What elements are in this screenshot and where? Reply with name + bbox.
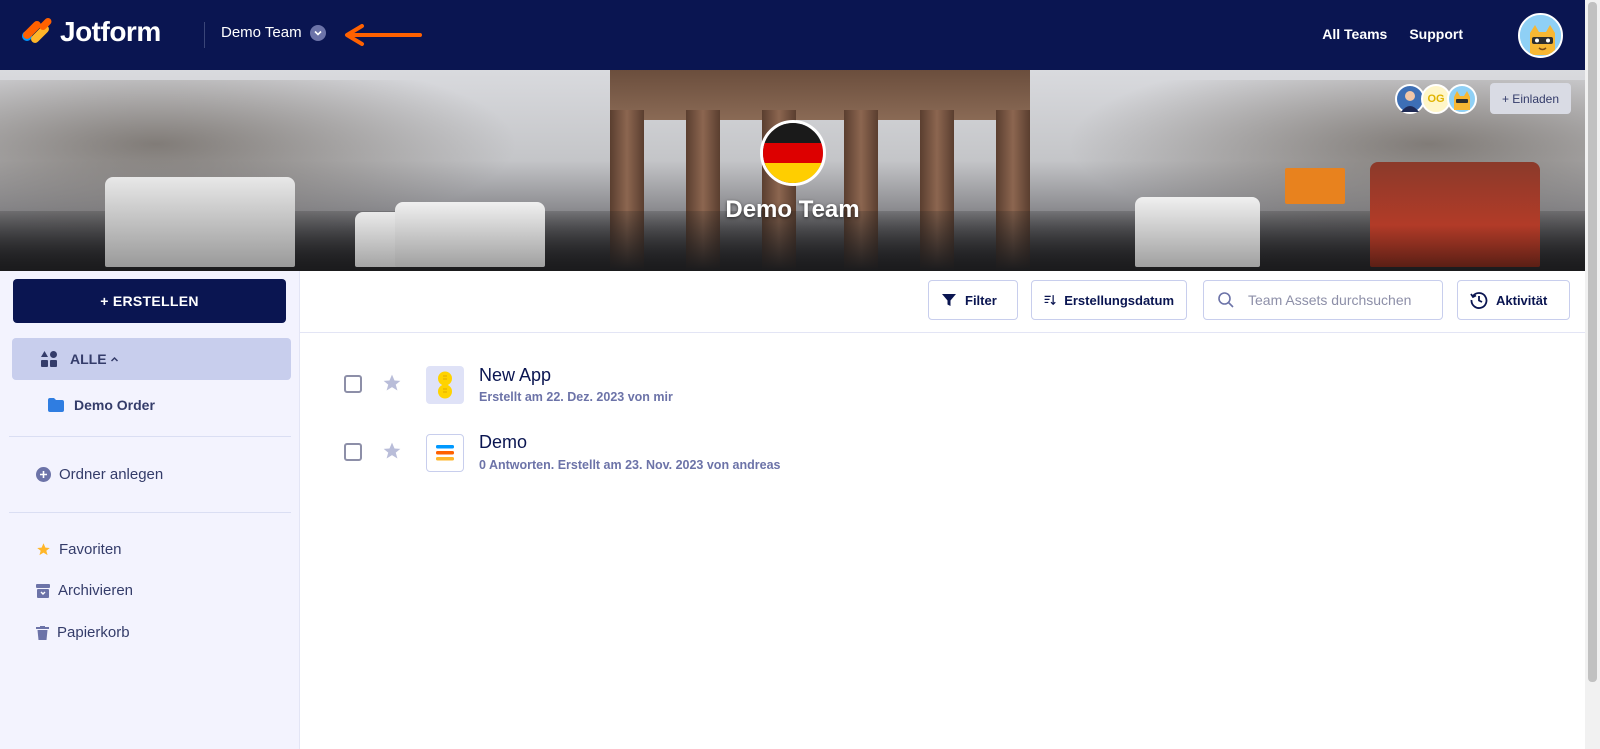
trash-icon xyxy=(36,625,49,640)
list-item[interactable]: Demo 0 Antworten. Erstellt am 23. Nov. 2… xyxy=(300,419,1585,485)
search-box xyxy=(1203,280,1443,320)
star-icon[interactable] xyxy=(382,441,402,461)
top-navbar: Jotform Demo Team All Teams Support xyxy=(0,0,1585,70)
member-avatar[interactable] xyxy=(1447,84,1477,114)
team-name: Demo Team xyxy=(221,24,302,41)
content-toolbar: Filter Erstellungsdatum Aktivität xyxy=(300,271,1585,333)
germany-flag-icon xyxy=(760,120,826,186)
team-cover-banner: OG + Einladen xyxy=(0,70,1585,271)
shapes-icon xyxy=(41,351,57,367)
search-icon xyxy=(1218,292,1234,308)
filter-icon xyxy=(942,294,956,306)
sidebar-item-all[interactable]: ALLE xyxy=(12,338,291,380)
folder-icon xyxy=(48,398,64,412)
history-icon xyxy=(1470,292,1488,309)
sidebar-item-favorites[interactable]: Favoriten xyxy=(36,541,122,558)
asset-meta: Erstellt am 22. Dez. 2023 von mir xyxy=(479,390,673,404)
sidebar-folder-label: Demo Order xyxy=(74,397,155,413)
nav-links: All Teams Support xyxy=(1322,26,1463,42)
asset-meta: 0 Antworten. Erstellt am 23. Nov. 2023 v… xyxy=(479,458,781,472)
chevron-up-icon xyxy=(111,356,119,362)
plus-circle-icon xyxy=(36,467,51,482)
jotform-logo[interactable]: Jotform xyxy=(19,16,161,48)
cat-avatar-icon xyxy=(1454,91,1470,110)
select-checkbox[interactable] xyxy=(344,443,362,461)
asset-title[interactable]: New App xyxy=(479,365,551,386)
sidebar-item-trash[interactable]: Papierkorb xyxy=(36,624,130,641)
select-checkbox[interactable] xyxy=(344,375,362,393)
star-icon[interactable] xyxy=(382,373,402,393)
add-folder-button[interactable]: Ordner anlegen xyxy=(36,466,163,483)
nav-divider xyxy=(204,22,205,48)
chevron-down-icon xyxy=(309,24,326,41)
team-members: OG xyxy=(1395,84,1477,114)
page-scrollbar[interactable] xyxy=(1585,0,1600,749)
brand-name: Jotform xyxy=(60,16,161,47)
sidebar-item-archive[interactable]: Archivieren xyxy=(36,582,133,599)
archive-icon xyxy=(36,583,50,598)
app-icon xyxy=(426,366,464,404)
star-icon xyxy=(37,543,50,556)
activity-button[interactable]: Aktivität xyxy=(1457,280,1570,320)
nav-link-support[interactable]: Support xyxy=(1409,26,1463,42)
divider xyxy=(9,436,291,437)
jotform-logo-icon xyxy=(19,16,53,47)
arrow-annotation-icon xyxy=(345,24,422,46)
team-switcher[interactable]: Demo Team xyxy=(221,24,326,41)
sidebar-item-label: ALLE xyxy=(70,351,119,367)
sidebar-folder-demo-order[interactable]: Demo Order xyxy=(48,397,155,413)
form-icon xyxy=(426,434,464,472)
list-item[interactable]: New App Erstellt am 22. Dez. 2023 von mi… xyxy=(300,352,1585,418)
cat-avatar-icon xyxy=(1520,15,1561,56)
invite-button[interactable]: + Einladen xyxy=(1490,83,1571,114)
sort-icon xyxy=(1044,295,1056,306)
scrollbar-thumb[interactable] xyxy=(1588,2,1597,682)
create-button[interactable]: + ERSTELLEN xyxy=(13,279,286,323)
nav-link-all-teams[interactable]: All Teams xyxy=(1322,26,1387,42)
sort-button[interactable]: Erstellungsdatum xyxy=(1031,280,1187,320)
sidebar: + ERSTELLEN ALLE Demo Order Ordner anleg… xyxy=(0,271,300,749)
person-icon xyxy=(1401,91,1419,112)
divider xyxy=(9,512,291,513)
search-input[interactable] xyxy=(1248,292,1428,308)
team-title: Demo Team xyxy=(725,196,860,223)
filter-button[interactable]: Filter xyxy=(928,280,1018,320)
asset-title[interactable]: Demo xyxy=(479,432,527,453)
user-avatar[interactable] xyxy=(1518,13,1563,58)
